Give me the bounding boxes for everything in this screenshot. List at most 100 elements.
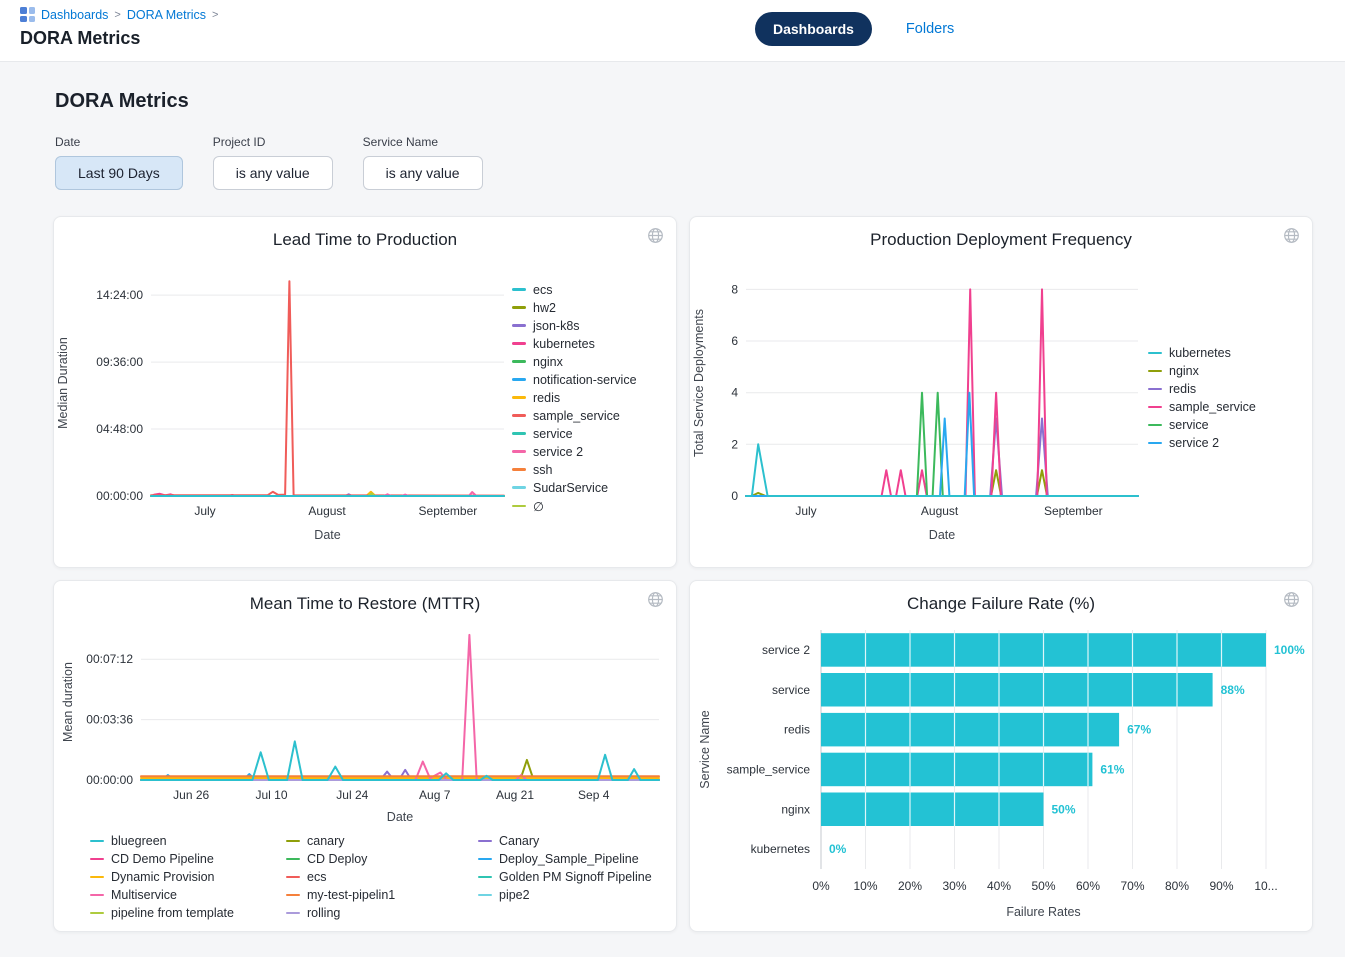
legend-item[interactable]: Deploy_Sample_Pipeline	[478, 852, 683, 866]
filter-date-label: Date	[55, 135, 183, 149]
legend-swatch	[512, 432, 526, 435]
chart-title: Lead Time to Production	[54, 230, 676, 250]
legend-item[interactable]: ecs	[512, 283, 668, 297]
legend-item[interactable]: notification-service	[512, 373, 668, 387]
legend-item[interactable]: service 2	[1148, 436, 1304, 450]
dashboard-grid: Lead Time to Production 00:00:0004:48:00…	[53, 216, 1313, 932]
legend-item[interactable]: redis	[1148, 382, 1304, 396]
legend-item[interactable]: Dynamic Provision	[90, 870, 280, 884]
legend-item[interactable]: nginx	[1148, 364, 1304, 378]
legend-swatch	[90, 858, 104, 861]
chart-title: Mean Time to Restore (MTTR)	[54, 594, 676, 614]
globe-icon	[1283, 227, 1300, 244]
legend-item[interactable]: service 2	[512, 445, 668, 459]
legend-item[interactable]: ssh	[512, 463, 668, 477]
legend-item[interactable]: pipe2	[478, 888, 683, 902]
svg-text:Jul 24: Jul 24	[336, 788, 368, 802]
legend-item[interactable]: CD Demo Pipeline	[90, 852, 280, 866]
legend-label: Dynamic Provision	[111, 870, 215, 884]
page-title: DORA Metrics	[55, 90, 1345, 113]
svg-text:70%: 70%	[1120, 879, 1144, 893]
svg-text:67%: 67%	[1127, 723, 1151, 737]
legend-item[interactable]: service	[1148, 418, 1304, 432]
legend-swatch	[512, 360, 526, 363]
legend-item[interactable]: json-k8s	[512, 319, 668, 333]
legend-swatch	[512, 414, 526, 417]
legend-swatch	[1148, 352, 1162, 355]
legend-swatch	[478, 858, 492, 861]
legend-item[interactable]: my-test-pipelin1	[286, 888, 472, 902]
top-header: Dashboards > DORA Metrics > DORA Metrics…	[0, 0, 1345, 62]
legend-item[interactable]: hw2	[512, 301, 668, 315]
svg-text:20%: 20%	[898, 879, 922, 893]
legend-swatch	[1148, 442, 1162, 445]
legend-label: SudarService	[533, 481, 608, 495]
svg-text:40%: 40%	[987, 879, 1011, 893]
svg-text:July: July	[194, 504, 215, 518]
legend-item[interactable]: nginx	[512, 355, 668, 369]
legend-label: service	[533, 427, 573, 441]
deployment-frequency-chart: 02468JulyAugustSeptemberTotal Service De…	[690, 250, 1148, 546]
legend-swatch	[286, 840, 300, 843]
legend-item[interactable]: ∅	[512, 499, 668, 514]
legend-swatch	[90, 894, 104, 897]
globe-icon	[647, 227, 664, 244]
filter-service-name: Service Name is any value	[363, 135, 483, 190]
legend-label: redis	[1169, 382, 1196, 396]
legend-label: pipe2	[499, 888, 530, 902]
legend-item[interactable]: sample_service	[512, 409, 668, 423]
filter-date-value-button[interactable]: Last 90 Days	[55, 156, 183, 190]
legend-label: json-k8s	[533, 319, 580, 333]
breadcrumb-dora-metrics-link[interactable]: DORA Metrics	[127, 8, 206, 22]
globe-icon	[647, 591, 664, 608]
legend-swatch	[90, 912, 104, 915]
svg-text:September: September	[419, 504, 478, 518]
svg-text:Date: Date	[387, 810, 413, 824]
legend-item[interactable]: pipeline from template	[90, 906, 280, 920]
legend-item[interactable]: kubernetes	[1148, 346, 1304, 360]
legend-item[interactable]: Canary	[478, 834, 683, 848]
legend-item[interactable]: sample_service	[1148, 400, 1304, 414]
filter-project-id-value-button[interactable]: is any value	[213, 156, 333, 190]
legend-item[interactable]: ecs	[286, 870, 472, 884]
svg-text:2: 2	[731, 437, 738, 451]
legend-item[interactable]: CD Deploy	[286, 852, 472, 866]
svg-text:04:48:00: 04:48:00	[96, 422, 143, 436]
dashboards-grid-icon	[20, 7, 35, 22]
legend-label: bluegreen	[111, 834, 167, 848]
svg-text:50%: 50%	[1052, 802, 1076, 816]
legend-item[interactable]: redis	[512, 391, 668, 405]
filter-service-name-value-button[interactable]: is any value	[363, 156, 483, 190]
svg-text:09:36:00: 09:36:00	[96, 355, 143, 369]
svg-text:Service Name: Service Name	[698, 710, 712, 789]
legend-swatch	[286, 894, 300, 897]
legend-item[interactable]: Multiservice	[90, 888, 280, 902]
legend-item[interactable]: kubernetes	[512, 337, 668, 351]
legend-swatch	[512, 324, 526, 327]
legend-item[interactable]: Golden PM Signoff Pipeline	[478, 870, 683, 884]
tab-folders[interactable]: Folders	[900, 20, 960, 38]
legend-swatch	[512, 396, 526, 399]
legend-swatch	[1148, 370, 1162, 373]
filter-service-name-label: Service Name	[363, 135, 483, 149]
filter-project-id: Project ID is any value	[213, 135, 333, 190]
mttr-chart: 00:00:0000:03:3600:07:12Jun 26Jul 10Jul …	[59, 616, 673, 828]
legend-label: nginx	[533, 355, 563, 369]
tab-dashboards[interactable]: Dashboards	[755, 12, 872, 46]
legend-swatch	[478, 840, 492, 843]
legend-label: ∅	[533, 499, 544, 514]
legend-item[interactable]: canary	[286, 834, 472, 848]
legend-swatch	[90, 876, 104, 879]
legend-label: ecs	[307, 870, 326, 884]
legend-item[interactable]: rolling	[286, 906, 472, 920]
legend-item[interactable]: service	[512, 427, 668, 441]
legend-label: canary	[307, 834, 345, 848]
chart-title: Change Failure Rate (%)	[690, 594, 1312, 614]
chart-legend: bluegreencanaryCanaryCD Demo PipelineCD …	[90, 834, 676, 920]
legend-item[interactable]: bluegreen	[90, 834, 280, 848]
breadcrumb-dashboards-link[interactable]: Dashboards	[41, 8, 108, 22]
legend-item[interactable]: SudarService	[512, 481, 668, 495]
legend-label: CD Demo Pipeline	[111, 852, 214, 866]
legend-label: my-test-pipelin1	[307, 888, 395, 902]
svg-text:Date: Date	[929, 528, 955, 542]
